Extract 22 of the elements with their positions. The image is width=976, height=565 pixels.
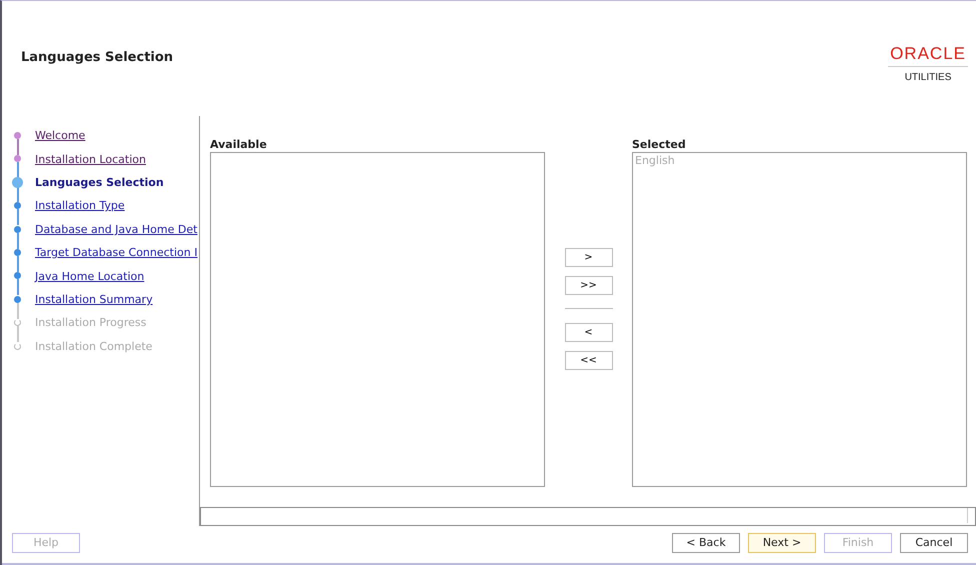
step-link[interactable]: Installation Summary bbox=[35, 292, 153, 306]
step-link[interactable]: Welcome bbox=[35, 129, 86, 142]
logo-subtitle: UTILITIES bbox=[904, 72, 952, 83]
step-link[interactable]: Target Database Connection I bbox=[35, 246, 198, 260]
list-label: Available bbox=[210, 138, 268, 152]
step-link[interactable]: Database and Java Home Det bbox=[35, 222, 198, 236]
step-link[interactable]: Java Home Location bbox=[35, 270, 144, 283]
move-button[interactable]: >> bbox=[564, 276, 612, 295]
move-button[interactable]: < bbox=[564, 323, 612, 342]
wizard-button[interactable]: < Back bbox=[672, 532, 740, 552]
step-link[interactable]: Installation Type bbox=[35, 199, 125, 212]
move-button[interactable]: > bbox=[564, 248, 612, 267]
list-label: Selected bbox=[632, 138, 687, 152]
message-area[interactable] bbox=[200, 507, 976, 526]
step-link[interactable]: Languages Selection bbox=[35, 176, 164, 189]
logo-wordmark: ORACLE bbox=[888, 44, 968, 67]
list-box[interactable] bbox=[210, 152, 545, 487]
wizard-button[interactable]: Next > bbox=[748, 532, 816, 552]
move-button[interactable]: << bbox=[564, 351, 612, 370]
wizard-button[interactable]: Cancel bbox=[900, 532, 968, 552]
page-title: Languages Selection bbox=[21, 50, 174, 65]
step-link[interactable]: Installation Location bbox=[35, 152, 146, 166]
